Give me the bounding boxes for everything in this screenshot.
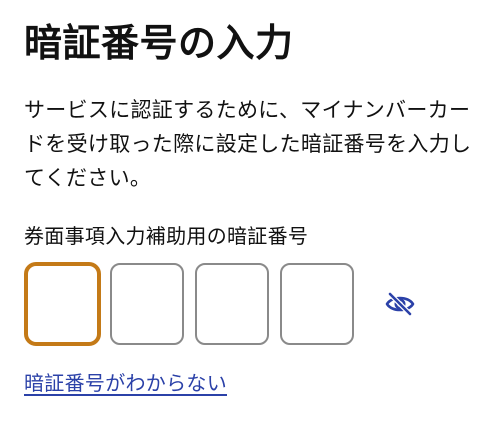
pin-input-group — [24, 262, 365, 346]
pin-digit-2[interactable] — [110, 263, 184, 345]
pin-entry-screen: 暗証番号の入力 サービスに認証するために、マイナンバーカードを受け取った際に設定… — [0, 0, 500, 430]
pin-field-label: 券面事項入力補助用の暗証番号 — [24, 224, 309, 248]
forgot-pin-link[interactable]: 暗証番号がわからない — [24, 368, 227, 398]
show-pin-toggle[interactable] — [382, 288, 418, 320]
pin-digit-1[interactable] — [24, 262, 101, 346]
eye-off-icon — [385, 292, 415, 316]
pin-digit-4[interactable] — [280, 263, 354, 345]
page-title: 暗証番号の入力 — [24, 21, 294, 65]
instruction-text: サービスに認証するために、マイナンバーカードを受け取った際に設定した暗証番号を入… — [24, 98, 472, 190]
pin-digit-3[interactable] — [195, 263, 269, 345]
